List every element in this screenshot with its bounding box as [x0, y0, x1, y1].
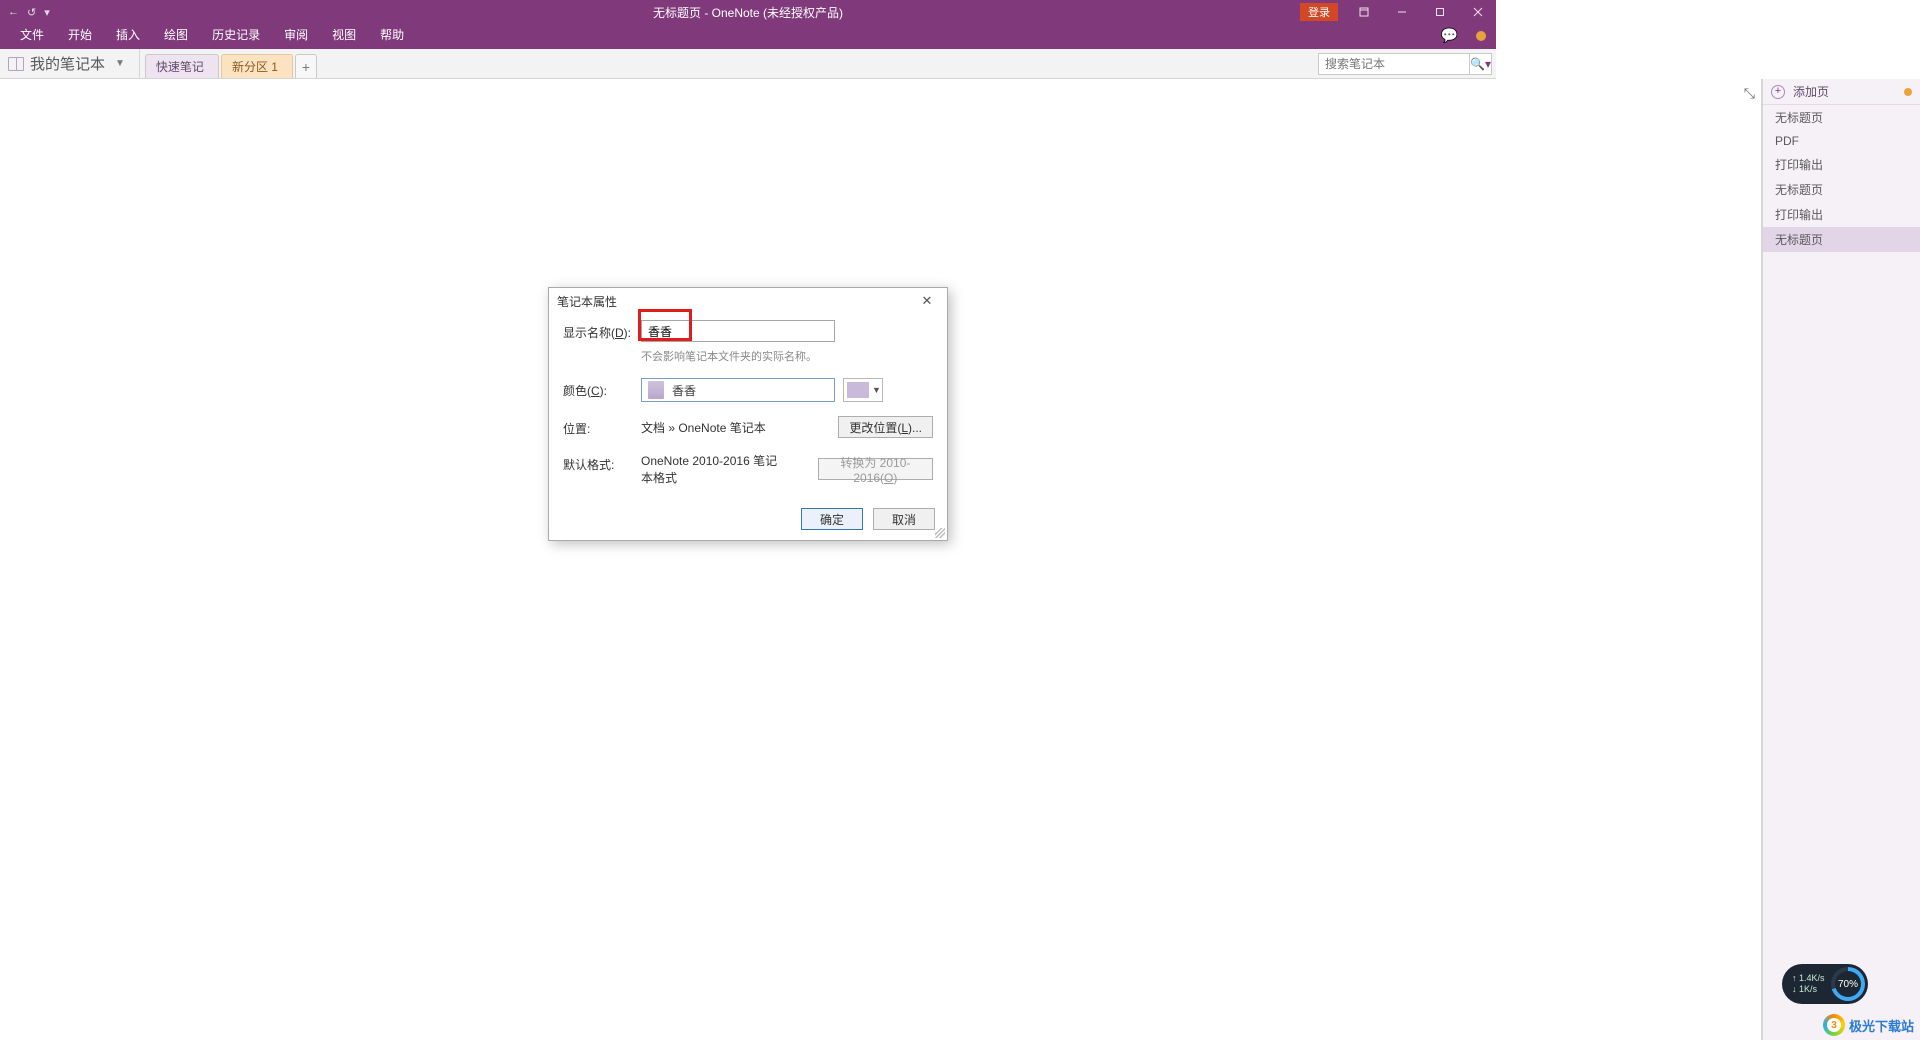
tab-draw[interactable]: 绘图 [152, 21, 200, 49]
qat-customize-icon[interactable]: ▾ [44, 6, 50, 19]
tab-file[interactable]: 文件 [8, 21, 56, 49]
page-item[interactable]: 打印输出 [1763, 152, 1920, 177]
page-item[interactable]: 打印输出 [1763, 202, 1920, 227]
page-pane: + 添加页 无标题页 PDF 打印输出 无标题页 打印输出 无标题页 [1762, 79, 1920, 1040]
sync-warning-icon [1904, 88, 1912, 96]
search-button[interactable]: 🔍▾ [1470, 53, 1492, 75]
add-page-label: 添加页 [1793, 83, 1829, 100]
site-logo-icon: 3 [1823, 1014, 1845, 1036]
feedback-icon[interactable]: 💬 [1441, 27, 1458, 44]
cancel-button[interactable]: 取消 [873, 508, 935, 530]
search-input[interactable] [1318, 53, 1470, 75]
tab-review[interactable]: 审阅 [272, 21, 320, 49]
dialog-title: 笔记本属性 [557, 293, 617, 310]
network-monitor-widget[interactable]: ↑ 1.4K/s ↓ 1K/s 70% [1782, 964, 1868, 1004]
page-item[interactable]: 无标题页 [1763, 227, 1920, 252]
plus-icon: + [1771, 85, 1785, 99]
page-item[interactable]: PDF [1763, 130, 1920, 152]
display-name-hint: 不会影响笔记本文件夹的实际名称。 [641, 348, 933, 364]
minimize-icon[interactable] [1384, 0, 1420, 24]
resize-grip-icon[interactable] [935, 528, 945, 538]
dialog-close-icon[interactable]: ✕ [915, 293, 939, 309]
page-item[interactable]: 无标题页 [1763, 177, 1920, 202]
label-location: 位置: [563, 416, 641, 437]
section-tab-new1[interactable]: 新分区 1 [221, 54, 293, 78]
tab-view[interactable]: 视图 [320, 21, 368, 49]
watermark-logo: 3 极光下载站 [1823, 1014, 1914, 1036]
notebook-icon [8, 57, 24, 71]
quick-access: ← ↺ ▾ [0, 6, 50, 19]
page-canvas[interactable]: ⤡ [0, 79, 1762, 1040]
add-section-button[interactable]: + [295, 54, 317, 78]
maximize-icon[interactable] [1422, 0, 1458, 24]
dialog-titlebar[interactable]: 笔记本属性 ✕ [549, 288, 947, 314]
color-select[interactable]: 香香 [641, 378, 835, 402]
color-dropdown[interactable]: ▼ [843, 378, 883, 402]
notebook-properties-dialog: 笔记本属性 ✕ 显示名称(D): 不会影响笔记本文件夹的实际名称。 颜色(C):… [548, 287, 948, 541]
net-upload-value: ↑ 1.4K/s [1792, 973, 1825, 984]
notebook-selector[interactable]: 我的笔记本 ▼ [0, 49, 140, 78]
notebook-bar: 我的笔记本 ▼ 快速笔记 新分区 1 + 🔍▾ [0, 49, 1496, 79]
section-tab-quicknotes[interactable]: 快速笔记 [145, 54, 219, 78]
label-display-name: 显示名称(D): [563, 320, 641, 341]
add-page-button[interactable]: + 添加页 [1763, 79, 1920, 105]
label-format: 默认格式: [563, 452, 641, 473]
tab-insert[interactable]: 插入 [104, 21, 152, 49]
warning-indicator-icon[interactable] [1476, 31, 1486, 41]
undo-icon[interactable]: ↺ [27, 6, 36, 19]
site-name: 极光下载站 [1849, 1016, 1914, 1035]
cpu-percent: 70% [1835, 971, 1861, 997]
color-select-value: 香香 [672, 382, 696, 399]
close-icon[interactable] [1460, 0, 1496, 24]
tab-home[interactable]: 开始 [56, 21, 104, 49]
location-value: 文档 » OneNote 笔记本 [641, 419, 766, 436]
notebook-name: 我的笔记本 [30, 53, 105, 74]
fullscreen-icon[interactable]: ⤡ [1744, 85, 1755, 102]
work-area: ⤡ + 添加页 无标题页 PDF 打印输出 无标题页 打印输出 无标题页 [0, 79, 1920, 1040]
tab-history[interactable]: 历史记录 [200, 21, 272, 49]
tab-help[interactable]: 帮助 [368, 21, 416, 49]
cpu-ring-icon: 70% [1831, 967, 1865, 1001]
back-icon[interactable]: ← [8, 6, 19, 18]
notebook-color-icon [648, 381, 664, 399]
convert-format-button: 转换为 2010-2016(O) [818, 458, 933, 480]
chevron-down-icon: ▼ [115, 58, 125, 69]
display-name-input[interactable] [641, 320, 835, 342]
ok-button[interactable]: 确定 [801, 508, 863, 530]
window-title: 无标题页 - OneNote (未经授权产品) [653, 4, 843, 21]
chevron-down-icon: ▼ [872, 385, 881, 395]
login-button[interactable]: 登录 [1300, 3, 1338, 21]
change-location-button[interactable]: 更改位置(L)... [838, 416, 933, 438]
section-tabs: 快速笔记 新分区 1 + [140, 49, 317, 78]
color-swatch-icon [847, 382, 869, 398]
net-download-value: ↓ 1K/s [1792, 984, 1825, 995]
format-value: OneNote 2010-2016 笔记本格式 [641, 452, 782, 486]
label-color: 颜色(C): [563, 378, 641, 399]
search-wrap: 🔍▾ [1318, 49, 1496, 78]
ribbon-tabs: 文件 开始 插入 绘图 历史记录 审阅 视图 帮助 💬 [0, 24, 1496, 49]
page-item[interactable]: 无标题页 [1763, 105, 1920, 130]
ribbon-display-options-icon[interactable] [1346, 0, 1382, 24]
